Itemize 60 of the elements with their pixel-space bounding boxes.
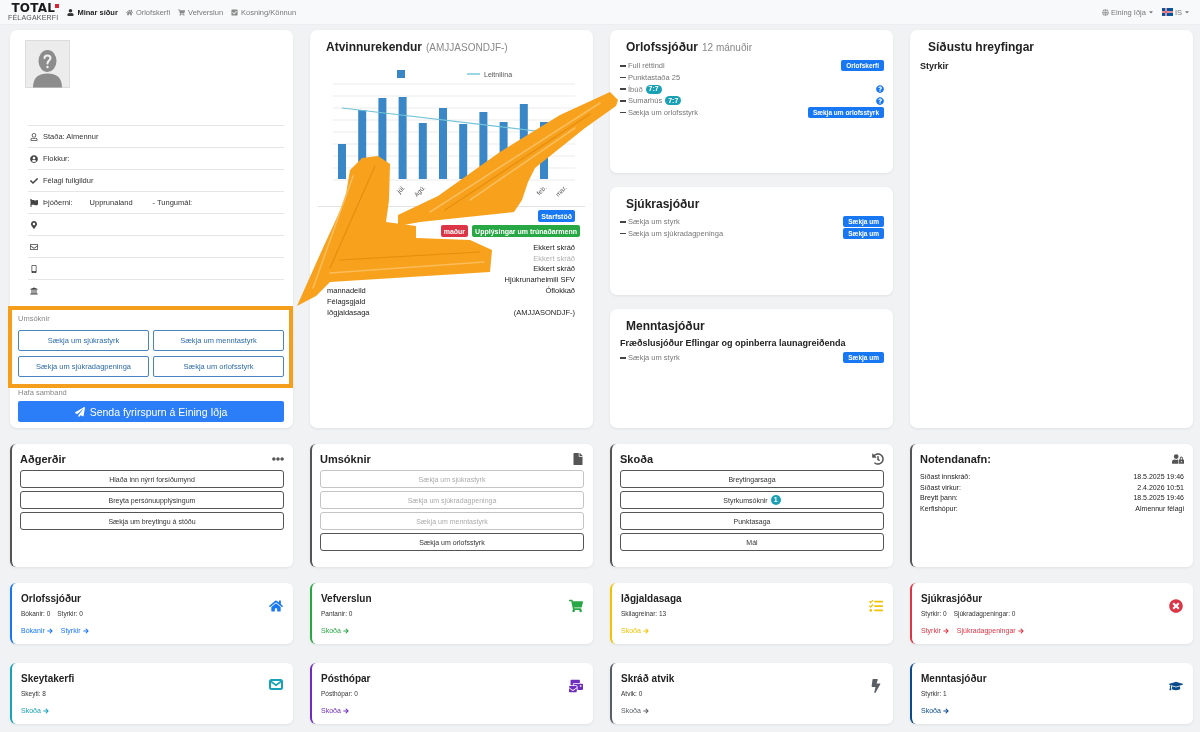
summary-title: Vefverslun — [321, 592, 372, 605]
cart-icon — [178, 8, 186, 16]
mobile-phone-icon — [30, 264, 38, 273]
dash-icon — [620, 232, 626, 235]
chart-bar — [418, 123, 427, 179]
fund-subtitle: Fræðslusjóður Eflingar og opinberra launagreiðenda — [620, 338, 847, 348]
logo-accent-icon — [55, 4, 60, 8]
user-icon — [30, 132, 38, 141]
dash-icon — [620, 76, 626, 79]
chart-bar — [459, 124, 468, 179]
chart-bar — [338, 144, 346, 179]
summary-title: Pósthópar — [321, 672, 371, 685]
card-title: Menntasjóður — [626, 319, 705, 333]
file-icon — [572, 453, 584, 465]
card-title: Atvinnurekendur — [326, 40, 422, 54]
caret-icon — [1184, 9, 1190, 15]
flag-icon — [30, 198, 38, 207]
dash-icon — [620, 221, 626, 223]
panel-title: Notendanafn: — [920, 453, 991, 465]
send-inquiry-button[interactable]: Senda fyrirspurn á Eining Iðja — [18, 401, 284, 422]
summary-title: Sjúkrasjóður — [921, 592, 984, 605]
dash-icon — [620, 65, 626, 67]
period-text: (AMJJASONDJF-) — [426, 41, 508, 55]
period-text: 12 mánuðir — [702, 41, 753, 55]
chart-bar — [439, 108, 447, 179]
help-icon[interactable] — [876, 96, 884, 105]
dash-icon — [620, 111, 626, 114]
dash-icon — [620, 88, 626, 90]
flag-icon — [1161, 8, 1173, 16]
section-heading: Styrkir — [920, 61, 950, 71]
summary-title: Skráð atvik — [621, 672, 675, 685]
summary-title: Skeytakerfi — [21, 672, 75, 685]
panel-title: Umsóknir — [320, 453, 371, 465]
user-lock-icon — [1172, 453, 1184, 465]
globe-icon — [1101, 8, 1109, 16]
panel-title: Skoða — [620, 453, 653, 465]
checkbox-icon — [231, 8, 239, 16]
summary-title: Menntasjóður — [921, 672, 987, 685]
card-title: Sjúkrasjóður — [626, 197, 700, 211]
check-icon — [30, 176, 38, 185]
paper-plane-icon — [74, 406, 85, 417]
envelope-icon — [30, 242, 38, 251]
card-title: Síðustu hreyfingar — [928, 40, 1034, 54]
bank-icon — [30, 286, 38, 295]
logo-text: TOTAL — [11, 3, 55, 14]
panel-title: Aðgerðir — [20, 453, 66, 465]
summary-title: Orlofssjóður — [21, 592, 82, 605]
dash-icon — [620, 357, 626, 359]
house-icon — [125, 8, 133, 16]
avatar-placeholder — [25, 40, 70, 88]
legend-swatch-icon — [397, 70, 405, 78]
help-icon[interactable] — [876, 85, 884, 94]
dash-icon — [620, 100, 626, 102]
summary-title: Iðgjaldasaga — [621, 592, 682, 605]
caret-icon — [1147, 9, 1154, 15]
history-icon — [872, 453, 884, 465]
map-pin-icon — [30, 220, 38, 229]
card-title: Orlofssjóður — [626, 40, 698, 54]
user-icon — [67, 8, 75, 16]
legend-line-icon — [467, 73, 480, 75]
